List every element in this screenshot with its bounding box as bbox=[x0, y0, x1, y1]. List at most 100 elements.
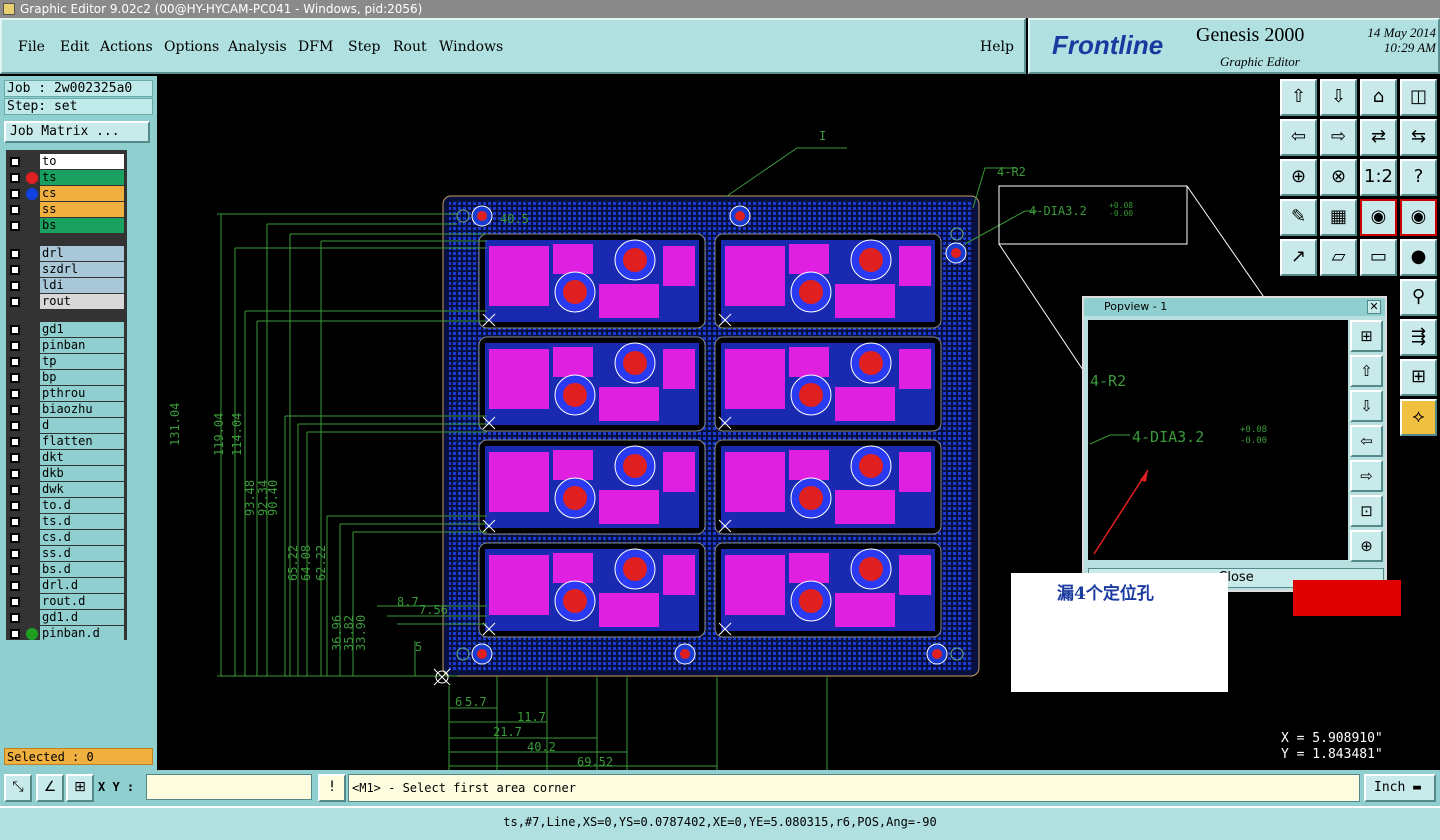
layer-checkbox[interactable] bbox=[10, 565, 20, 575]
menu-file[interactable]: File bbox=[18, 39, 45, 55]
layer-row-bs-d[interactable]: bs.d bbox=[6, 562, 127, 578]
flip-icon[interactable]: ⇆ bbox=[1400, 119, 1437, 156]
menu-windows[interactable]: Windows bbox=[439, 39, 503, 55]
popview-tool-icon[interactable]: ⇦ bbox=[1350, 425, 1383, 457]
layer-checkbox[interactable] bbox=[10, 281, 20, 291]
layer-row-ts-d[interactable]: ts.d bbox=[6, 514, 127, 530]
units-dropdown[interactable]: Inch ▬ bbox=[1364, 774, 1436, 802]
popview-close-icon[interactable]: ✕ bbox=[1367, 300, 1381, 314]
layer-row-cs-d[interactable]: cs.d bbox=[6, 530, 127, 546]
layer-row-pinban[interactable]: pinban bbox=[6, 338, 127, 354]
zoom-area-icon[interactable]: ⤡ bbox=[4, 774, 32, 802]
layer-row-dkb[interactable]: dkb bbox=[6, 466, 127, 482]
move-left-icon[interactable]: ⇦ bbox=[1280, 119, 1317, 156]
popview-tool-icon[interactable]: ⇩ bbox=[1350, 390, 1383, 422]
scale-icon[interactable]: 1:2 bbox=[1360, 159, 1397, 196]
popview-tool-icon[interactable]: ⇧ bbox=[1350, 355, 1383, 387]
layer-checkbox[interactable] bbox=[10, 533, 20, 543]
layer-checkbox[interactable] bbox=[10, 437, 20, 447]
move-up-icon[interactable]: ⇧ bbox=[1280, 79, 1317, 116]
layer-row-cs[interactable]: cs bbox=[6, 186, 127, 202]
layer-row-d[interactable]: d bbox=[6, 418, 127, 434]
job-matrix-button[interactable]: Job Matrix ... bbox=[4, 121, 150, 143]
layer-checkbox[interactable] bbox=[10, 221, 20, 231]
alert-icon[interactable]: ! bbox=[318, 774, 346, 802]
layer-row-gd1[interactable]: gd1 bbox=[6, 322, 127, 338]
layer-checkbox[interactable] bbox=[10, 325, 20, 335]
move-right-icon[interactable]: ⇨ bbox=[1320, 119, 1357, 156]
layer-row-dwk[interactable]: dwk bbox=[6, 482, 127, 498]
layer-checkbox[interactable] bbox=[10, 469, 20, 479]
menu-step[interactable]: Step bbox=[348, 39, 380, 55]
layer-row-dkt[interactable]: dkt bbox=[6, 450, 127, 466]
xy-input[interactable] bbox=[146, 774, 312, 800]
popview-canvas[interactable]: 4-R2 4-DIA3.2 +0.08 -0.00 bbox=[1088, 320, 1348, 560]
layer-row-rout[interactable]: rout bbox=[6, 294, 127, 310]
search-icon[interactable]: ⚲ bbox=[1400, 279, 1437, 316]
layer-checkbox[interactable] bbox=[10, 453, 20, 463]
help-icon[interactable]: ? bbox=[1400, 159, 1437, 196]
menu-rout[interactable]: Rout bbox=[393, 39, 427, 55]
layer-row-szdrl[interactable]: szdrl bbox=[6, 262, 127, 278]
layer-row-flatten[interactable]: flatten bbox=[6, 434, 127, 450]
swap-icon[interactable]: ⇄ bbox=[1360, 119, 1397, 156]
popview-tool-icon[interactable]: ⇨ bbox=[1350, 460, 1383, 492]
menu-dfm[interactable]: DFM bbox=[298, 39, 333, 55]
layer-icon[interactable]: ◉ bbox=[1360, 199, 1397, 236]
layer-checkbox[interactable] bbox=[10, 205, 20, 215]
home-icon[interactable]: ⌂ bbox=[1360, 79, 1397, 116]
layer-row-pthrou[interactable]: pthrou bbox=[6, 386, 127, 402]
layer-checkbox[interactable] bbox=[10, 517, 20, 527]
menu-edit[interactable]: Edit bbox=[60, 39, 89, 55]
menu-options[interactable]: Options bbox=[164, 39, 219, 55]
popview-tool-icon[interactable]: ⊞ bbox=[1350, 320, 1383, 352]
layer-checkbox[interactable] bbox=[10, 613, 20, 623]
layer-checkbox[interactable] bbox=[10, 501, 20, 511]
layer-checkbox[interactable] bbox=[10, 597, 20, 607]
arrow-icon[interactable]: ↗ bbox=[1280, 239, 1317, 276]
ruler-icon[interactable]: ▭ bbox=[1360, 239, 1397, 276]
window-icon[interactable]: ◫ bbox=[1400, 79, 1437, 116]
layer-row-ldi[interactable]: ldi bbox=[6, 278, 127, 294]
layer-row-ss[interactable]: ss bbox=[6, 202, 127, 218]
box-icon[interactable]: ⊞ bbox=[1400, 359, 1437, 396]
layer-checkbox[interactable] bbox=[10, 581, 20, 591]
layer2-icon[interactable]: ◉ bbox=[1400, 199, 1437, 236]
layer-checkbox[interactable] bbox=[10, 341, 20, 351]
layer-checkbox[interactable] bbox=[10, 297, 20, 307]
menu-actions[interactable]: Actions bbox=[100, 39, 153, 55]
popview-tool-icon[interactable]: ⊕ bbox=[1350, 530, 1383, 562]
layer-checkbox[interactable] bbox=[10, 265, 20, 275]
layer-checkbox[interactable] bbox=[10, 549, 20, 559]
route-icon[interactable]: ⟡ bbox=[1400, 399, 1437, 436]
layer-checkbox[interactable] bbox=[10, 421, 20, 431]
layer-checkbox[interactable] bbox=[10, 389, 20, 399]
layer-row-ts[interactable]: ts bbox=[6, 170, 127, 186]
layer-row-drl[interactable]: drl bbox=[6, 246, 127, 262]
layer-checkbox[interactable] bbox=[10, 373, 20, 383]
layer-row-rout-d[interactable]: rout.d bbox=[6, 594, 127, 610]
edit-icon[interactable]: ✎ bbox=[1280, 199, 1317, 236]
layer-checkbox[interactable] bbox=[10, 189, 20, 199]
select-icon[interactable]: ▱ bbox=[1320, 239, 1357, 276]
layer-checkbox[interactable] bbox=[10, 485, 20, 495]
center-icon[interactable]: ⊗ bbox=[1320, 159, 1357, 196]
layer-row-ss-d[interactable]: ss.d bbox=[6, 546, 127, 562]
layer-checkbox[interactable] bbox=[10, 357, 20, 367]
measure-icon[interactable]: ∠ bbox=[36, 774, 64, 802]
fit-icon[interactable]: ⊕ bbox=[1280, 159, 1317, 196]
menu-help[interactable]: Help bbox=[980, 39, 1014, 55]
move-down-icon[interactable]: ⇩ bbox=[1320, 79, 1357, 116]
layer-row-to-d[interactable]: to.d bbox=[6, 498, 127, 514]
popview-tool-icon[interactable]: ⊡ bbox=[1350, 495, 1383, 527]
stack-icon[interactable]: ⇶ bbox=[1400, 319, 1437, 356]
snap-grid-icon[interactable]: ⊞ bbox=[66, 774, 94, 802]
layer-row-pinban-d[interactable]: pinban.d bbox=[6, 626, 127, 642]
layer-row-to[interactable]: to bbox=[6, 154, 127, 170]
grid-icon[interactable]: ▦ bbox=[1320, 199, 1357, 236]
layer-row-bs[interactable]: bs bbox=[6, 218, 127, 234]
layer-checkbox[interactable] bbox=[10, 173, 20, 183]
pad-icon[interactable]: ● bbox=[1400, 239, 1437, 276]
layer-row-biaozhu[interactable]: biaozhu bbox=[6, 402, 127, 418]
layer-checkbox[interactable] bbox=[10, 157, 20, 167]
